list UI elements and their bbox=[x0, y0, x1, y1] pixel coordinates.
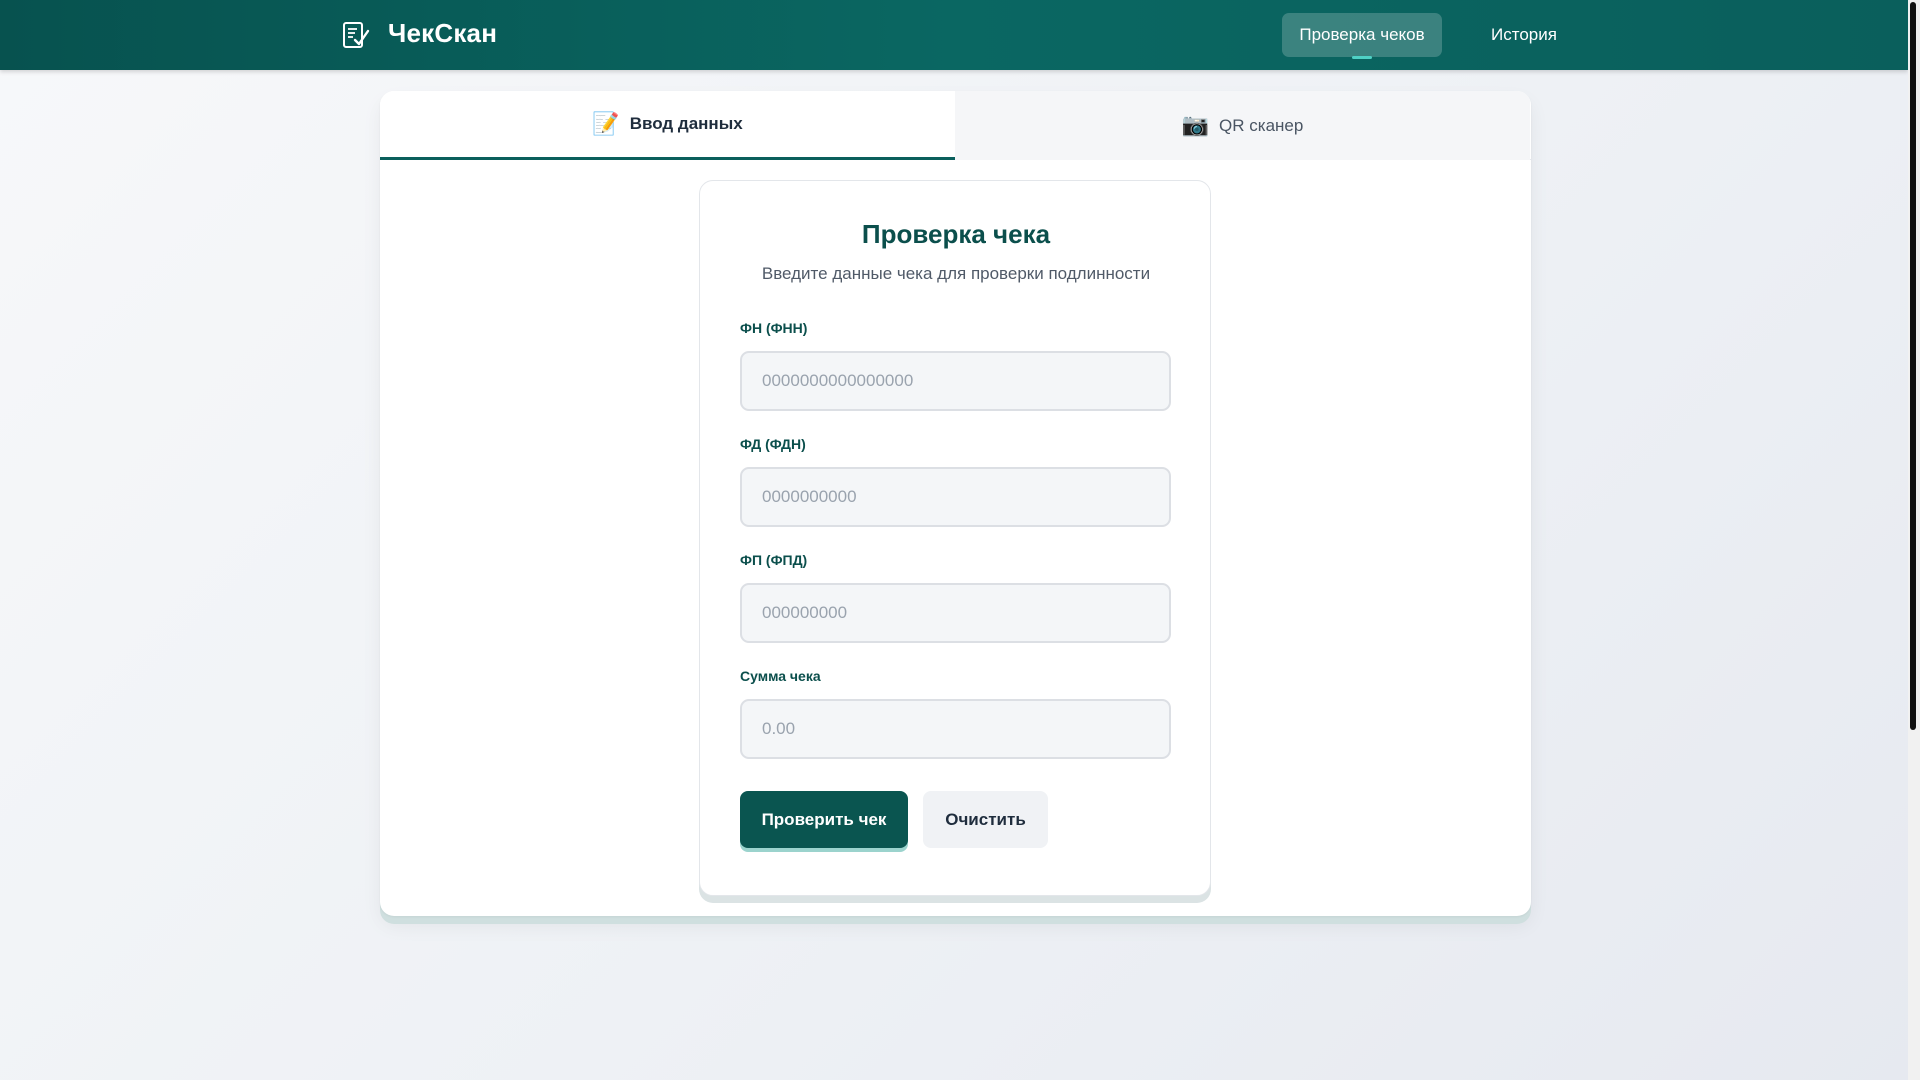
camera-icon: 📷 bbox=[1181, 113, 1210, 138]
check-receipt-button[interactable]: Проверить чек bbox=[740, 791, 908, 848]
amount-label: Сумма чека bbox=[740, 668, 821, 684]
tab-bar: 📝 Ввод данных 📷 QR сканер bbox=[380, 91, 1531, 160]
nav-check-receipts[interactable]: Проверка чеков bbox=[1282, 13, 1442, 59]
app-logo-text[interactable]: ЧекСкан bbox=[388, 18, 497, 49]
main-card: 📝 Ввод данных 📷 QR сканер Проверка чека … bbox=[380, 91, 1531, 916]
tab-qr-scanner-label: QR сканер bbox=[1219, 115, 1304, 135]
tab-manual-input[interactable]: 📝 Ввод данных bbox=[380, 91, 955, 160]
app-header: ЧекСкан Проверка чеков История bbox=[0, 0, 1908, 70]
scrollbar-thumb[interactable] bbox=[1910, 2, 1916, 730]
nav-history[interactable]: История bbox=[1474, 13, 1574, 57]
clear-button[interactable]: Очистить bbox=[923, 791, 1048, 848]
tab-qr-scanner[interactable]: 📷 QR сканер bbox=[955, 91, 1530, 160]
receipt-form: Проверка чека Введите данные чека для пр… bbox=[699, 180, 1211, 896]
fp-input[interactable] bbox=[740, 583, 1171, 643]
form-subtitle: Введите данные чека для проверки подлинн… bbox=[761, 264, 1151, 283]
fp-label: ФП (ФПД) bbox=[740, 552, 808, 568]
fn-label: ФН (ФНН) bbox=[740, 320, 808, 336]
form-title: Проверка чека bbox=[861, 219, 1051, 249]
fd-input[interactable] bbox=[740, 467, 1171, 527]
amount-input[interactable] bbox=[740, 699, 1171, 759]
fn-input[interactable] bbox=[740, 351, 1171, 411]
memo-icon: 📝 bbox=[592, 111, 620, 137]
tab-manual-input-label: Ввод данных bbox=[629, 114, 743, 133]
fd-label: ФД (ФДН) bbox=[740, 436, 806, 452]
receipt-check-icon bbox=[343, 22, 370, 48]
